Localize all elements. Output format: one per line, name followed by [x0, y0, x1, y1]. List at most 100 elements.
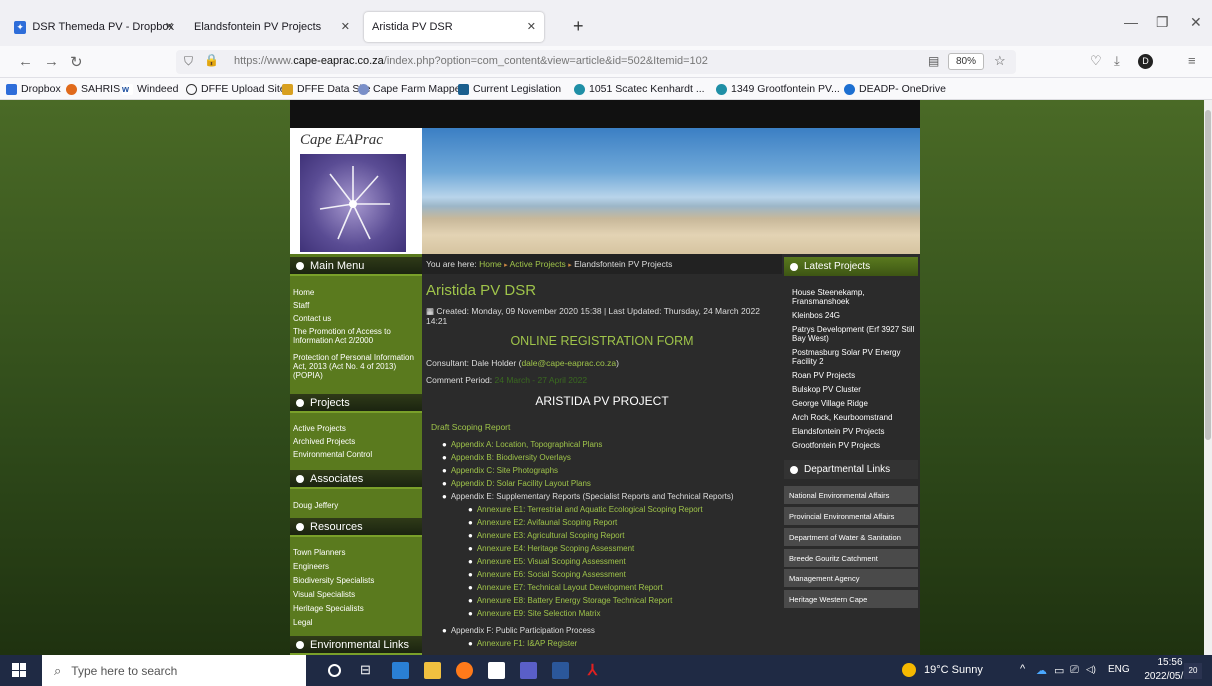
annexure-e9-link[interactable]: ● Annexure E9: Site Selection Matrix — [468, 609, 600, 618]
menu-item-biodiversity-specialists[interactable]: Biodiversity Specialists — [293, 576, 419, 585]
dept-link-water-sanitation[interactable]: Department of Water & Sanitation — [784, 528, 918, 547]
menu-item-engineers[interactable]: Engineers — [293, 562, 419, 571]
bookmark-star-icon[interactable]: ☆ — [994, 53, 1006, 69]
annexure-e2-link[interactable]: ● Annexure E2: Avifaunal Scoping Report — [468, 518, 617, 527]
file-explorer-icon[interactable] — [424, 662, 441, 679]
display-icon[interactable]: ⎚ — [1070, 664, 1079, 677]
language-indicator[interactable]: ENG — [1108, 664, 1130, 675]
pocket-icon[interactable]: ♡ — [1090, 53, 1102, 69]
annexure-e1-link[interactable]: ● Annexure E1: Terrestrial and Aquatic Ec… — [468, 505, 703, 514]
breadcrumb-home[interactable]: Home — [479, 259, 502, 269]
annexure-e8-link[interactable]: ● Annexure E8: Battery Energy Storage Tec… — [468, 596, 672, 605]
word-icon[interactable] — [552, 662, 569, 679]
dept-link-management-agency[interactable]: Management Agency — [784, 569, 918, 588]
weather-text[interactable]: 19°C Sunny — [924, 664, 983, 676]
teams-icon[interactable] — [520, 662, 537, 679]
windows-start-icon[interactable] — [12, 663, 26, 677]
notepad-icon[interactable] — [488, 662, 505, 679]
annexure-e3-link[interactable]: ● Annexure E3: Agricultural Scoping Repor… — [468, 531, 624, 540]
close-tab-icon[interactable]: ✕ — [341, 20, 350, 33]
dept-link-provincial-environmental-affairs[interactable]: Provincial Environmental Affairs — [784, 507, 918, 526]
shield-icon[interactable]: ⛉ — [184, 54, 193, 69]
show-hidden-icons-icon[interactable]: ^ — [1020, 663, 1025, 675]
menu-item-active-projects[interactable]: Active Projects — [293, 424, 419, 433]
menu-item-visual-specialists[interactable]: Visual Specialists — [293, 590, 419, 599]
latest-project-item[interactable]: Postmasburg Solar PV Energy Facility 2 — [792, 348, 918, 366]
dept-link-national-environmental-affairs[interactable]: National Environmental Affairs — [784, 486, 918, 505]
close-window-icon[interactable]: ✕ — [1190, 14, 1202, 31]
url-text[interactable]: https://www.cape-eaprac.co.za/index.php?… — [234, 55, 708, 67]
close-tab-icon[interactable]: ✕ — [165, 20, 174, 33]
dept-link-breede-gouritz[interactable]: Breede Gouritz Catchment — [784, 549, 918, 568]
latest-project-item[interactable]: Roan PV Projects — [792, 371, 918, 380]
annexure-e4-link[interactable]: ● Annexure E4: Heritage Scoping Assessmen… — [468, 544, 634, 553]
bookmark-sahris[interactable]: SAHRIS — [66, 83, 120, 95]
tab-aristida[interactable]: Aristida PV DSR ✕ — [364, 12, 544, 42]
onedrive-tray-icon[interactable]: ☁ — [1036, 664, 1047, 677]
menu-item-staff[interactable]: Staff — [293, 301, 419, 310]
tab-dsr-themeda[interactable]: ✦ DSR Themeda PV - Dropbox ✕ — [6, 12, 182, 42]
registration-form-link[interactable]: ONLINE REGISTRATION FORM — [422, 334, 782, 348]
annexure-e7-link[interactable]: ● Annexure E7: Technical Layout Developme… — [468, 583, 663, 592]
bookmark-windeed[interactable]: w Windeed — [122, 83, 178, 95]
annexure-f1-link[interactable]: ● Annexure F1: I&AP Register — [468, 639, 577, 648]
page-scrollbar[interactable] — [1204, 100, 1212, 655]
new-tab-icon[interactable]: + — [573, 16, 584, 37]
bookmark-deadp-onedrive[interactable]: DEADP- OneDrive — [844, 83, 946, 95]
dept-link-heritage-western-cape[interactable]: Heritage Western Cape — [784, 590, 918, 609]
bookmark-current-legislation[interactable]: Current Legislation — [458, 83, 561, 95]
latest-project-item[interactable]: George Village Ridge — [792, 399, 918, 408]
back-icon[interactable]: ← — [18, 53, 33, 70]
draft-scoping-report-link[interactable]: Draft Scoping Report — [431, 422, 510, 432]
task-view-icon[interactable]: ⊟ — [360, 662, 377, 679]
menu-item-popia[interactable]: Protection of Personal Information Act, … — [293, 353, 419, 380]
consultant-email-link[interactable]: dale@cape-eaprac.co.za — [521, 358, 616, 368]
reload-icon[interactable]: ↻ — [70, 53, 83, 71]
bookmark-dropbox[interactable]: Dropbox — [6, 83, 61, 95]
appendix-d-link[interactable]: ● Appendix D: Solar Facility Layout Plans — [442, 479, 591, 488]
bookmark-cape-farm-mapper[interactable]: Cape Farm Mapper — [358, 83, 464, 95]
appendix-c-link[interactable]: ● Appendix C: Site Photographs — [442, 466, 558, 475]
annexure-e5-link[interactable]: ● Annexure E5: Visual Scoping Assessment — [468, 557, 626, 566]
close-tab-icon[interactable]: ✕ — [527, 20, 536, 33]
acrobat-icon[interactable]: ⅄ — [584, 662, 601, 679]
tab-elandsfontein[interactable]: Elandsfontein PV Projects ✕ — [186, 12, 358, 42]
taskbar-search[interactable]: ⌕ Type here to search — [42, 655, 306, 686]
latest-project-item[interactable]: Arch Rock, Keurboomstrand — [792, 413, 918, 422]
menu-item-legal[interactable]: Legal — [293, 618, 419, 627]
account-icon[interactable]: D — [1138, 54, 1153, 69]
menu-item-town-planners[interactable]: Town Planners — [293, 548, 419, 557]
bookmark-1349-grootfontein[interactable]: 1349 Grootfontein PV... — [716, 83, 840, 95]
zoom-level[interactable]: 80% — [948, 53, 984, 70]
menu-item-paia[interactable]: The Promotion of Access to Information A… — [293, 327, 419, 345]
forward-icon[interactable]: → — [44, 53, 59, 70]
menu-item-heritage-specialists[interactable]: Heritage Specialists — [293, 604, 419, 613]
annexure-e6-link[interactable]: ● Annexure E6: Social Scoping Assessment — [468, 570, 626, 579]
menu-item-archived-projects[interactable]: Archived Projects — [293, 437, 419, 446]
lock-icon[interactable]: 🔒 — [204, 53, 219, 67]
appendix-b-link[interactable]: ● Appendix B: Biodiversity Overlays — [442, 453, 571, 462]
outlook-icon[interactable] — [392, 662, 409, 679]
latest-project-item[interactable]: Patrys Development (Erf 3927 Still Bay W… — [792, 325, 918, 343]
latest-project-item[interactable]: Elandsfontein PV Projects — [792, 427, 918, 436]
firefox-icon[interactable] — [456, 662, 473, 679]
appendix-a-link[interactable]: ● Appendix A: Location, Topographical Pla… — [442, 440, 602, 449]
downloads-icon[interactable]: ⤓ — [1114, 53, 1120, 69]
latest-project-item[interactable]: House Steenekamp, Fransmanshoek — [792, 288, 918, 306]
latest-project-item[interactable]: Grootfontein PV Projects — [792, 441, 918, 450]
bookmark-1051-scatec[interactable]: 1051 Scatec Kenhardt ... — [574, 83, 705, 95]
menu-icon[interactable]: ≡ — [1188, 53, 1196, 68]
bookmark-dffe-upload[interactable]: DFFE Upload Site — [186, 83, 286, 95]
menu-item-home[interactable]: Home — [293, 288, 419, 297]
latest-project-item[interactable]: Kleinbos 24G — [792, 311, 918, 320]
minimize-icon[interactable]: — — [1124, 14, 1138, 30]
url-bar[interactable]: ⛉ 🔒 https://www.cape-eaprac.co.za/index.… — [176, 50, 1016, 74]
notification-center-icon[interactable]: 20 — [1184, 663, 1202, 679]
cortana-icon[interactable] — [328, 664, 341, 677]
breadcrumb-active-projects[interactable]: Active Projects — [510, 259, 566, 269]
site-logo[interactable]: Cape EAPrac — [290, 128, 422, 254]
menu-item-environmental-control[interactable]: Environmental Control — [293, 450, 419, 459]
scrollbar-thumb[interactable] — [1205, 110, 1211, 440]
network-icon[interactable]: ▭ — [1054, 664, 1064, 677]
volume-icon[interactable]: ◁) — [1086, 664, 1096, 675]
